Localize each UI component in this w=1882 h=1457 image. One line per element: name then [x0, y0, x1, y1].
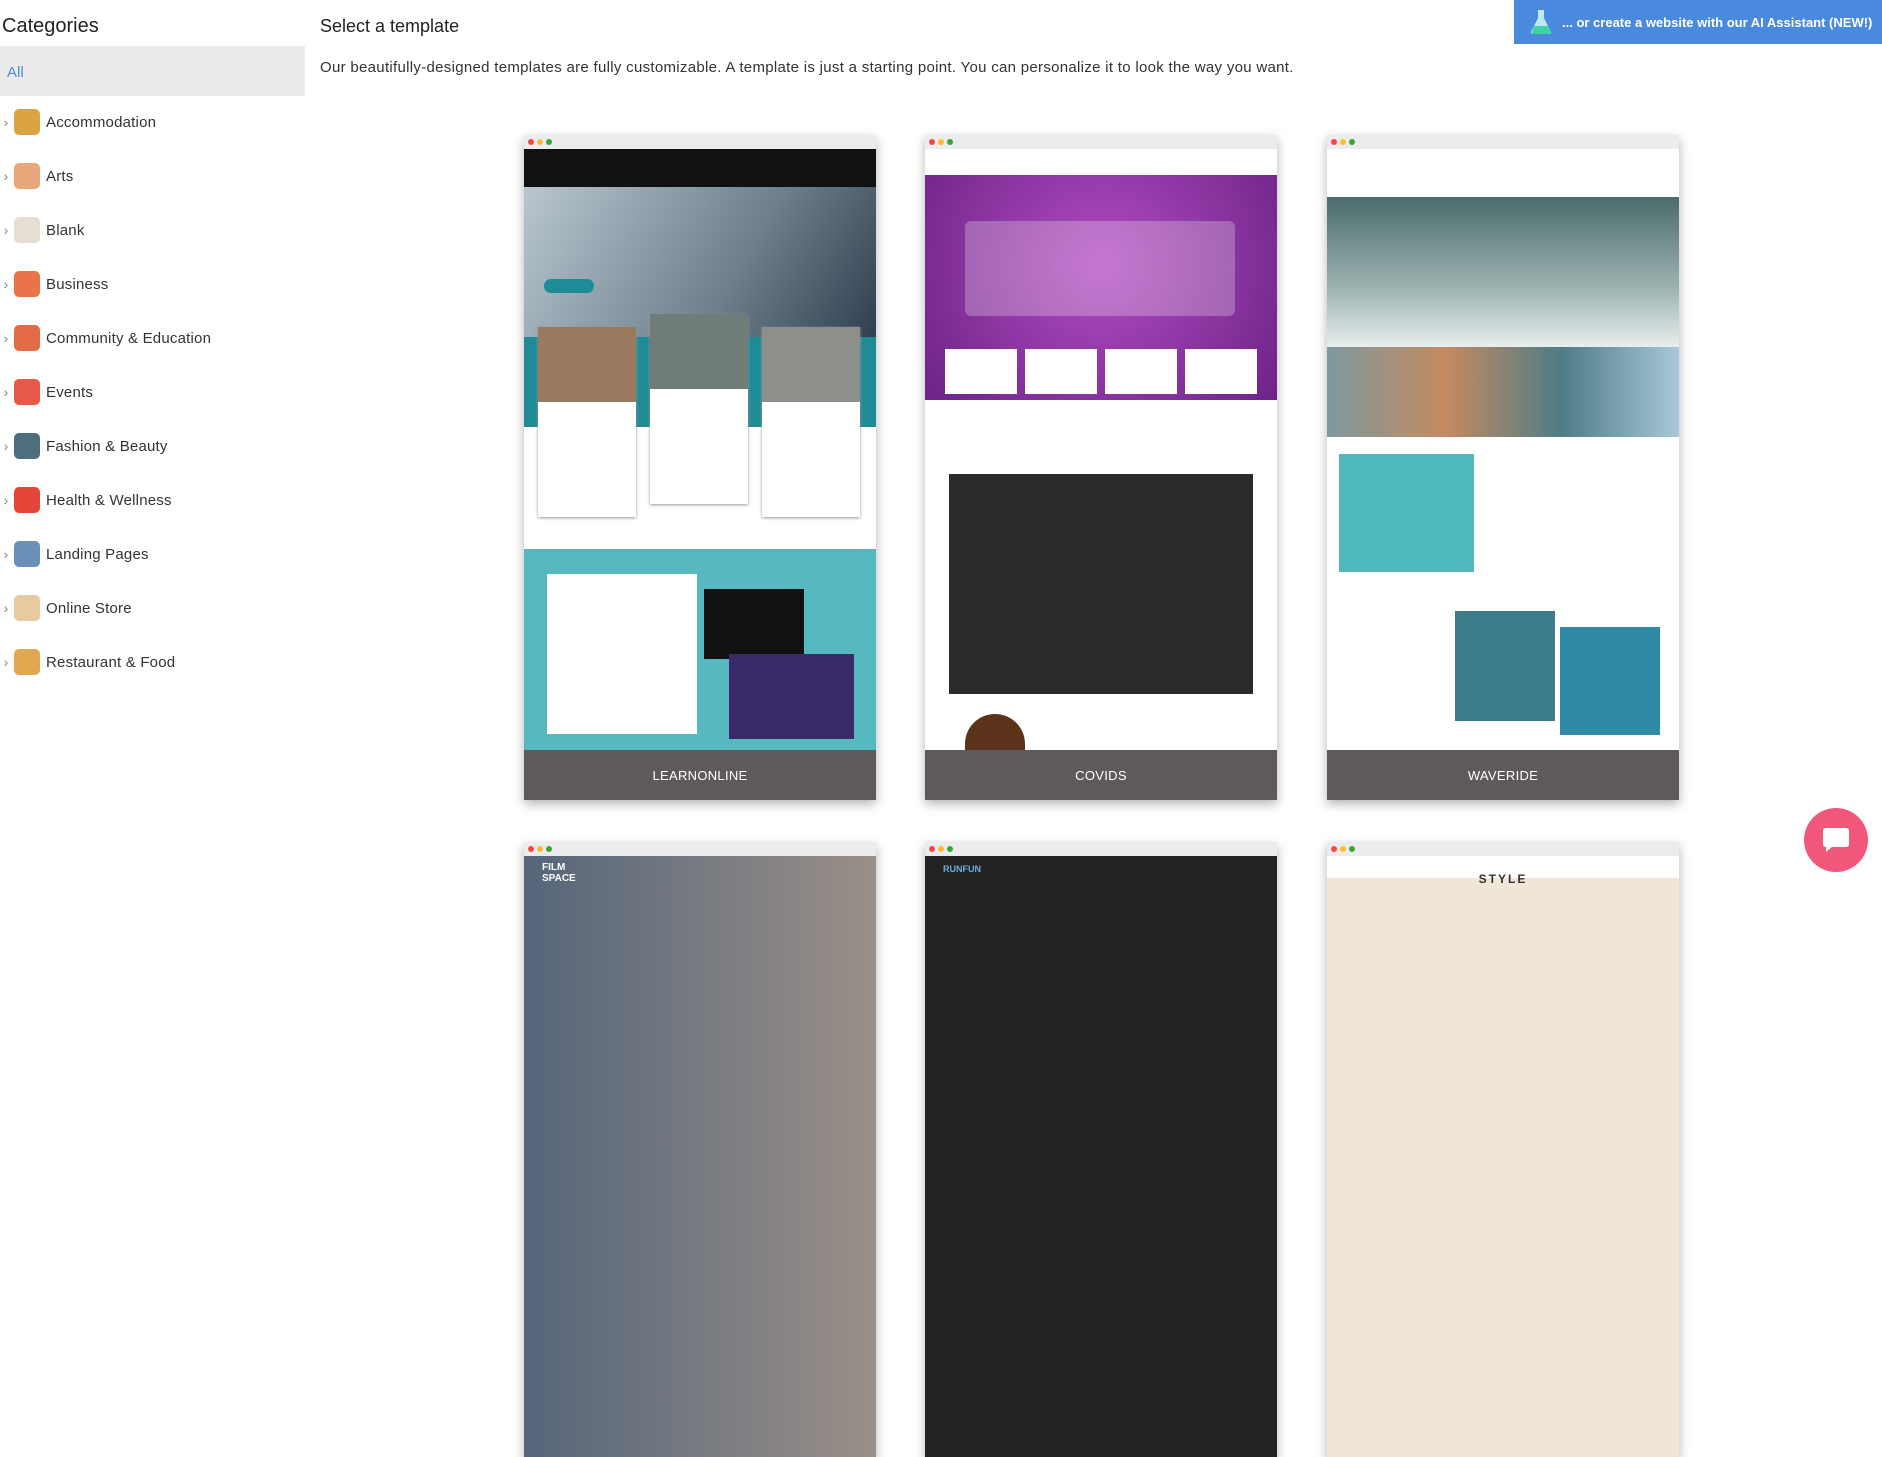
template-name: COVIDS	[925, 750, 1277, 800]
grocery-bag-icon	[14, 649, 40, 675]
template-preview	[524, 149, 876, 750]
people-icon	[14, 325, 40, 351]
category-item-health-wellness[interactable]: › Health & Wellness	[0, 480, 305, 520]
flask-icon	[1530, 10, 1552, 34]
template-name: LEARNONLINE	[524, 750, 876, 800]
category-item-arts[interactable]: › Arts	[0, 156, 305, 196]
chevron-right-icon[interactable]: ›	[0, 654, 12, 670]
chevron-right-icon[interactable]: ›	[0, 492, 12, 508]
template-preview	[1327, 149, 1679, 750]
category-label: Community & Education	[46, 329, 212, 347]
chevron-right-icon[interactable]: ›	[0, 330, 12, 346]
category-label: Events	[46, 383, 94, 401]
template-logo: STYLE	[1478, 872, 1528, 886]
chevron-right-icon[interactable]: ›	[0, 546, 12, 562]
browser-bar	[925, 135, 1277, 149]
template-preview	[925, 149, 1277, 750]
woman-icon	[14, 433, 40, 459]
ai-assistant-button[interactable]: ... or create a website with our AI Assi…	[1514, 0, 1882, 44]
palette-icon	[14, 163, 40, 189]
hut-icon	[14, 109, 40, 135]
category-label: Online Store	[46, 599, 132, 617]
categories-title: Categories	[2, 15, 99, 37]
template-card-learnonline[interactable]: LEARNONLINE	[524, 135, 876, 800]
template-preview: FILM SPACE	[524, 856, 876, 1457]
category-label: Accommodation	[46, 113, 157, 131]
template-preview: RUNFUN	[925, 856, 1277, 1457]
category-label: Business	[46, 275, 109, 293]
heart-pulse-icon	[14, 487, 40, 513]
browser-icon	[14, 541, 40, 567]
chevron-right-icon[interactable]: ›	[0, 222, 12, 238]
page-title: Select a template	[320, 16, 460, 36]
categories-sidebar: Categories All › Accommodation › Arts › Blank…	[0, 0, 305, 885]
template-card-runfun[interactable]: RUNFUN	[925, 842, 1277, 1457]
browser-bar	[524, 842, 876, 856]
category-label: Arts	[46, 167, 74, 185]
template-card-covids[interactable]: COVIDS	[925, 135, 1277, 800]
browser-bar	[1327, 135, 1679, 149]
chevron-right-icon[interactable]: ›	[0, 114, 12, 130]
category-label: Health & Wellness	[46, 491, 172, 509]
category-label: Fashion & Beauty	[46, 437, 168, 455]
category-item-blank[interactable]: › Blank	[0, 210, 305, 250]
category-item-accommodation[interactable]: › Accommodation	[0, 102, 305, 142]
category-item-business[interactable]: › Business	[0, 264, 305, 304]
category-item-fashion-beauty[interactable]: › Fashion & Beauty	[0, 426, 305, 466]
category-item-landing-pages[interactable]: › Landing Pages	[0, 534, 305, 574]
category-label: Restaurant & Food	[46, 653, 176, 671]
template-preview: STYLE	[1327, 856, 1679, 1457]
template-name: WAVERIDE	[1327, 750, 1679, 800]
chat-button[interactable]	[1804, 808, 1868, 872]
template-card-filmspace[interactable]: FILM SPACE	[524, 842, 876, 1457]
chevron-right-icon[interactable]: ›	[0, 600, 12, 616]
category-item-online-store[interactable]: › Online Store	[0, 588, 305, 628]
template-logo: RUNFUN	[943, 864, 981, 874]
category-all[interactable]: All	[0, 46, 305, 96]
browser-bar	[1327, 842, 1679, 856]
category-label: Landing Pages	[46, 545, 149, 563]
box-icon	[14, 595, 40, 621]
template-logo: FILM SPACE	[542, 862, 576, 884]
chevron-right-icon[interactable]: ›	[0, 168, 12, 184]
ai-assistant-label: ... or create a website with our AI Assi…	[1562, 14, 1873, 30]
chevron-right-icon[interactable]: ›	[0, 438, 12, 454]
category-item-events[interactable]: › Events	[0, 372, 305, 412]
chat-bubble-icon	[1823, 828, 1849, 852]
chevron-right-icon[interactable]: ›	[0, 384, 12, 400]
chevron-right-icon[interactable]: ›	[0, 276, 12, 292]
page-description: Our beautifully-designed templates are f…	[320, 59, 1294, 76]
browser-bar	[925, 842, 1277, 856]
calendar-icon	[14, 379, 40, 405]
template-card-style[interactable]: STYLE	[1327, 842, 1679, 1457]
category-item-community-education[interactable]: › Community & Education	[0, 318, 305, 358]
storefront-icon	[14, 271, 40, 297]
category-item-restaurant-food[interactable]: › Restaurant & Food	[0, 642, 305, 682]
category-label: Blank	[46, 221, 85, 239]
blank-page-icon	[14, 217, 40, 243]
template-card-waveride[interactable]: WAVERIDE	[1327, 135, 1679, 800]
browser-bar	[524, 135, 876, 149]
